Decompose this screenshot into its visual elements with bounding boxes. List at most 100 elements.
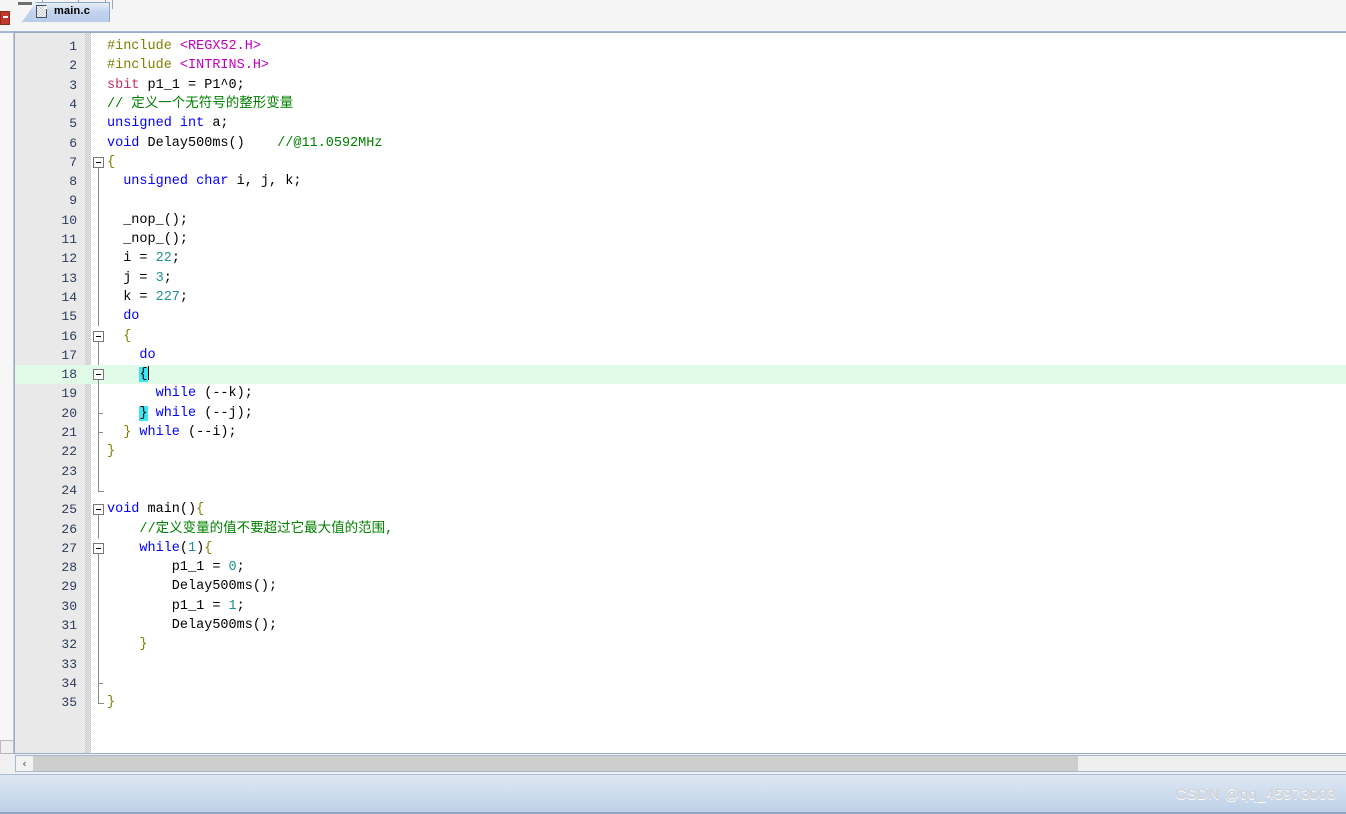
code-token: while	[139, 425, 180, 440]
code-token: }	[107, 444, 116, 460]
code-token: while	[155, 405, 197, 421]
code-line-row[interactable]: 34	[15, 674, 1346, 693]
code-token: Delay500ms();	[107, 618, 278, 633]
code-token: sbit	[107, 77, 140, 93]
code-token: i =	[107, 251, 156, 267]
code-line-row[interactable]: 26 //定义变量的值不要超过它最大值的范围,	[15, 520, 1346, 539]
fold-toggle-icon[interactable]	[93, 369, 104, 381]
code-line-row[interactable]: 6 void Delay500ms() //@11.0592MHz	[15, 134, 1346, 153]
code-line-row[interactable]: 35}	[15, 693, 1346, 712]
code-line-text: void Delay500ms() //@11.0592MHz	[107, 134, 382, 153]
code-token: <REGX52.H>	[179, 39, 261, 54]
code-token: ;	[236, 560, 245, 576]
code-line-row[interactable]: 19 while (--k);	[15, 384, 1346, 403]
editor-surface[interactable]: 1 #include <REGX52.H> 2 #include <INTRINS.H…	[15, 33, 1346, 753]
code-line-row[interactable]: 5 unsigned int a;	[15, 114, 1346, 133]
code-line-row[interactable]: 30 p1_1 = 1;	[15, 597, 1346, 616]
code-line-row[interactable]: 2 #include <INTRINS.H>	[15, 56, 1346, 75]
code-line-row[interactable]: 24	[15, 481, 1346, 500]
code-token: (--k);	[196, 386, 253, 402]
code-line-row[interactable]: 21 } while (--i);	[15, 423, 1346, 442]
code-token: ;	[236, 598, 245, 614]
code-line-row[interactable]: 27 while(1){	[15, 539, 1346, 558]
code-token: _nop_();	[107, 212, 189, 228]
code-line-row[interactable]: 25 void main(){	[15, 500, 1346, 519]
code-line-row[interactable]: 10 _nop_();	[15, 211, 1346, 230]
code-line-text: p1_1 = 0;	[107, 558, 245, 577]
line-number: 12	[61, 251, 77, 267]
code-line-row[interactable]: 9	[15, 191, 1346, 210]
toolbar-strip	[0, 0, 1346, 10]
code-line-text: {	[107, 153, 115, 172]
code-line-text: void main(){	[107, 500, 204, 519]
fold-toggle-icon[interactable]	[93, 156, 104, 168]
line-number: 23	[61, 463, 77, 479]
code-line-row[interactable]: 1 #include <REGX52.H>	[15, 37, 1346, 56]
code-token: a;	[204, 116, 229, 132]
code-line-row[interactable]: 22}	[15, 442, 1346, 461]
code-line-row[interactable]: 31 Delay500ms();	[15, 616, 1346, 635]
code-line-text: unsigned int a;	[107, 114, 229, 133]
tab-main-c-content[interactable]: main.c	[22, 2, 110, 22]
code-line-row[interactable]: 33	[15, 655, 1346, 674]
code-token: p1_1 =	[107, 560, 229, 576]
code-line-row[interactable]: 7{	[15, 153, 1346, 172]
code-token: while	[155, 386, 197, 402]
code-line-row[interactable]: 15 do	[15, 307, 1346, 326]
file-icon	[36, 5, 47, 18]
code-line-row[interactable]: 8 unsigned char i, j, k;	[15, 172, 1346, 191]
code-line-text: _nop_();	[107, 230, 188, 249]
code-token: 1	[228, 598, 237, 614]
code-token: }	[139, 405, 148, 421]
code-line-text: }	[107, 635, 147, 654]
code-line-row[interactable]: 14 k = 227;	[15, 288, 1346, 307]
code-line-row[interactable]: 23	[15, 462, 1346, 481]
scrollbar-thumb[interactable]	[33, 756, 1078, 771]
fold-guide-line	[98, 577, 99, 597]
fold-toggle-icon[interactable]	[93, 542, 104, 554]
fold-guide-line	[98, 442, 99, 462]
code-line-row[interactable]: 16 {	[15, 327, 1346, 346]
code-line-text: Delay500ms();	[107, 616, 277, 635]
line-number: 20	[61, 405, 77, 421]
fold-guide-line	[98, 616, 99, 636]
code-line-row[interactable]: 32 }	[15, 635, 1346, 654]
line-number: 24	[61, 482, 77, 498]
code-line-text: while (--k);	[107, 384, 253, 403]
fold-toggle-icon[interactable]	[93, 330, 104, 342]
code-line-row[interactable]: 20 } while (--j);	[15, 404, 1346, 423]
code-line-text: } while (--i);	[107, 423, 236, 442]
code-line-row[interactable]: 29 Delay500ms();	[15, 577, 1346, 596]
tab-label: main.c	[54, 5, 91, 17]
code-line-row[interactable]: 13 j = 3;	[15, 269, 1346, 288]
code-token: unsigned char	[123, 174, 229, 190]
code-line-text: //定义变量的值不要超过它最大值的范围,	[107, 520, 393, 539]
code-text-area[interactable]: 1 #include <REGX52.H> 2 #include <INTRINS.H…	[15, 33, 1346, 753]
code-line-row[interactable]: 12 i = 22;	[15, 249, 1346, 268]
code-token: Delay500ms();	[107, 579, 278, 595]
code-line-row[interactable]: 3 sbit p1_1 = P1^0;	[15, 76, 1346, 95]
horizontal-scrollbar[interactable]: ‹	[15, 755, 1346, 772]
code-line-row[interactable]: 11 _nop_();	[15, 230, 1346, 249]
fold-guide-line	[98, 596, 99, 616]
scroll-left-arrow-icon[interactable]: ‹	[16, 756, 33, 771]
line-number: 22	[61, 444, 77, 460]
line-number: 7	[69, 154, 77, 170]
document-tab-bar	[0, 10, 1346, 33]
left-corner-box	[0, 740, 14, 754]
left-margin-strip	[0, 10, 14, 754]
fold-guide-line	[98, 519, 99, 539]
code-line-text: k = 227;	[107, 288, 188, 307]
line-number: 19	[61, 386, 77, 402]
code-line-row[interactable]: 4 // 定义一个无符号的整形变量	[15, 95, 1346, 114]
fold-toggle-icon[interactable]	[93, 504, 104, 516]
text-caret	[147, 366, 149, 381]
code-line-row[interactable]: 17 do	[15, 346, 1346, 365]
code-line-row[interactable]: 18 {	[15, 365, 1346, 385]
code-line-row[interactable]: 28 p1_1 = 0;	[15, 558, 1346, 577]
fold-region-tick	[98, 682, 103, 684]
